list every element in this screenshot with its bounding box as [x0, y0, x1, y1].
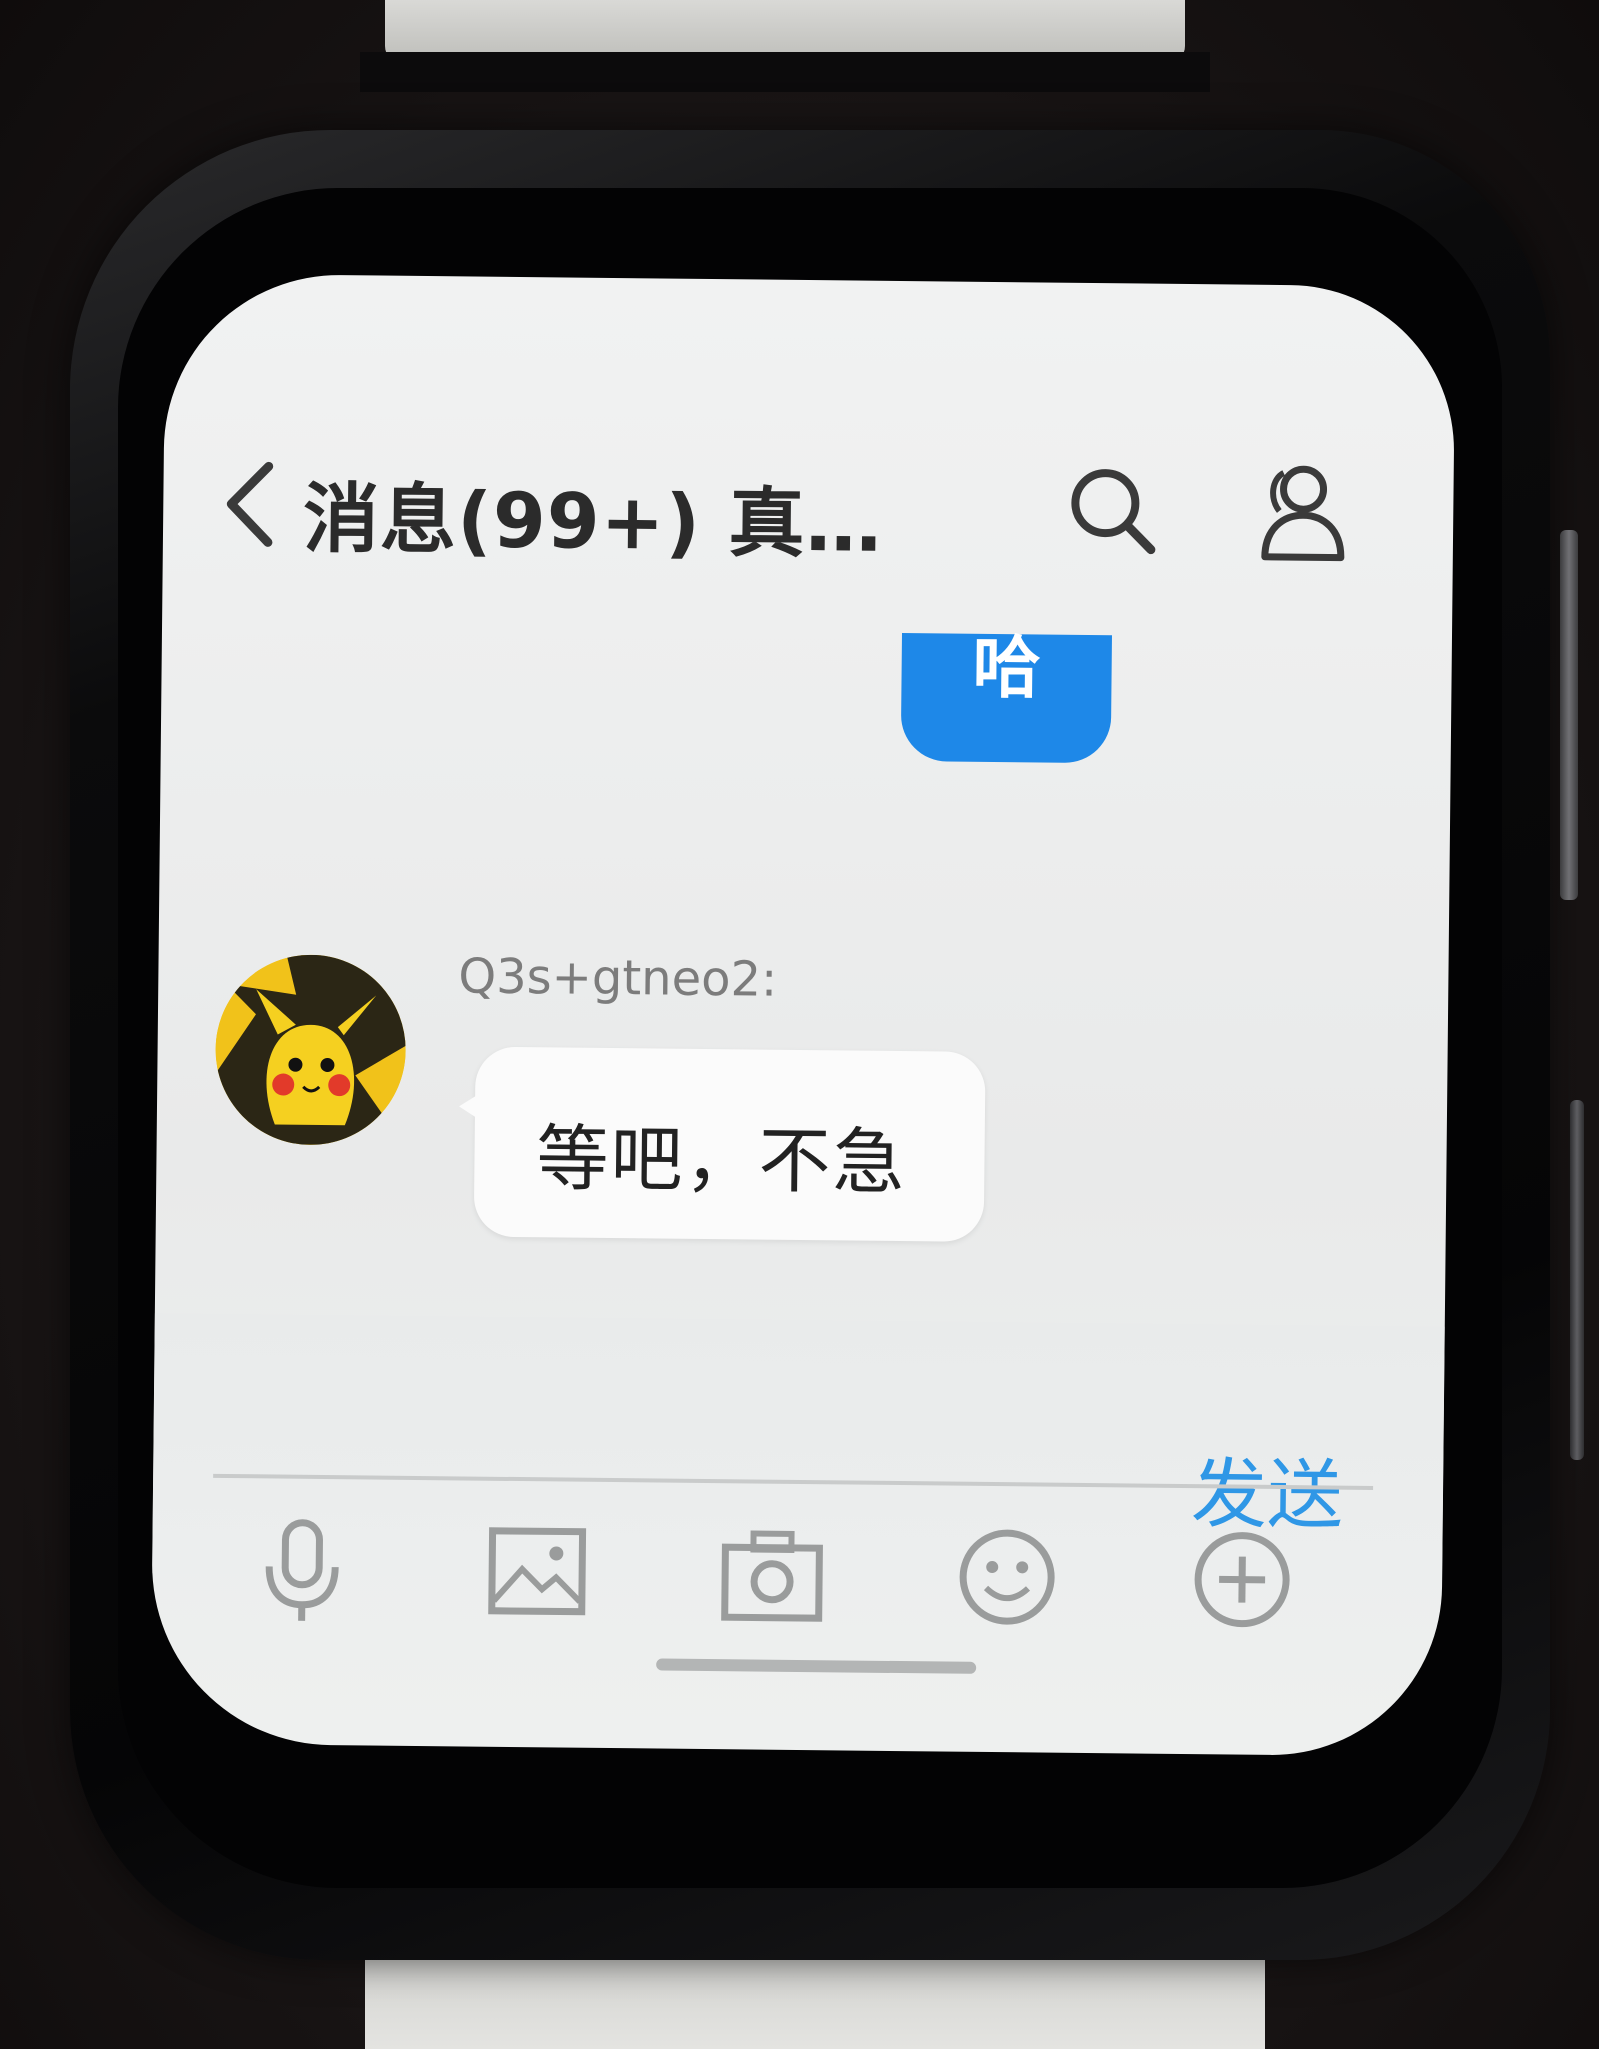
chat-title: 消息(99+) 真… — [302, 473, 883, 569]
emoji-icon — [959, 1529, 1055, 1625]
watch-strap-top — [360, 0, 1210, 92]
people-icon — [1261, 465, 1345, 562]
group-members-button[interactable] — [1243, 459, 1354, 570]
chevron-left-icon — [226, 461, 274, 547]
watch-side-button[interactable] — [1570, 1100, 1584, 1460]
camera-icon — [721, 1530, 823, 1622]
back-button[interactable] — [213, 454, 284, 555]
sent-message-text: 哈 — [972, 628, 1042, 709]
chat-header: 消息(99+) 真… — [163, 433, 1454, 587]
add-button[interactable] — [1187, 1524, 1298, 1635]
sender-name: Q3s+gtneo2: — [458, 948, 778, 1008]
received-message-bubble[interactable]: 等吧，不急 — [473, 1046, 986, 1242]
input-toolbar — [151, 1513, 1442, 1667]
sent-message-bubble[interactable]: 哈 — [900, 629, 1112, 764]
watch-crown-button[interactable] — [1560, 530, 1578, 900]
received-message-text: 等吧，不急 — [536, 1116, 907, 1205]
search-icon — [1071, 469, 1156, 555]
search-button[interactable] — [1063, 461, 1164, 562]
camera-button[interactable] — [717, 1519, 828, 1630]
add-icon — [1194, 1532, 1290, 1628]
avatar[interactable] — [214, 953, 407, 1146]
home-indicator[interactable] — [656, 1658, 977, 1674]
emoji-button[interactable] — [952, 1522, 1063, 1633]
microphone-icon — [265, 1519, 339, 1621]
image-icon — [488, 1527, 587, 1616]
pikachu-avatar-icon — [214, 953, 407, 1146]
voice-button[interactable] — [247, 1514, 358, 1625]
watch-screen: 消息(99+) 真… 哈 Q3s+gtneo2: 等吧，不急 发送 — [150, 273, 1456, 1757]
image-button[interactable] — [482, 1517, 593, 1628]
